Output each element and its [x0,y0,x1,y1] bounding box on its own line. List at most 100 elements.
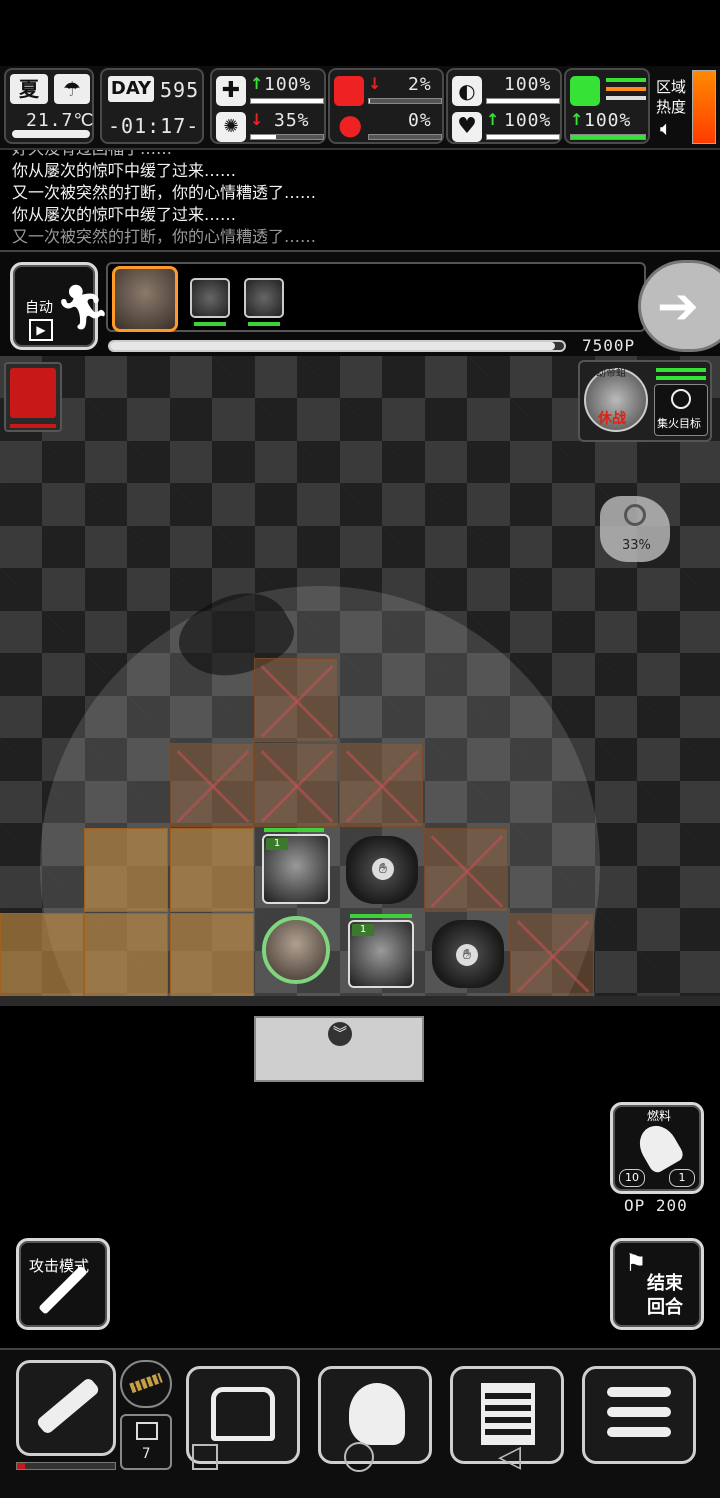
chainsaw-icon [10,368,56,418]
focus-target-label: 集火目标 [657,417,701,430]
ammo-belt-icon [129,1372,163,1394]
message-log[interactable]: 好久没有过回福了…… 你从屡次的惊吓中缓了过来…… 又一次被突然的打断，你的心情… [0,150,720,248]
blocked-tile[interactable] [170,743,254,827]
enemy-unit[interactable]: 1 [348,920,414,988]
move-tile[interactable] [84,913,168,997]
hand-icon: ✋︎ [456,944,478,966]
fuel-label: 燃料 [647,1109,672,1123]
target-hp-bar [656,368,706,372]
time-progress-bar [108,340,566,352]
turn-portrait-player[interactable] [112,266,178,332]
end-turn-button[interactable]: ⚑ 结束 回合 [610,1238,704,1330]
vitals-panel-3[interactable]: ◐ 100% ♥ ↑ 100% [446,68,562,144]
battle-map[interactable]: 1 ✋︎ 1 ✋︎ 33% [0,356,720,1006]
weather-panel[interactable]: 夏 ☂ 21.7℃ [4,68,94,144]
battery-icon [136,1422,158,1440]
blocked-tile[interactable] [339,743,423,827]
weapon-slot[interactable] [4,362,62,432]
vitals-panel-1[interactable]: ✚ ↑ 100% ✺ ↓ 35% [210,68,326,144]
weapon-durability-bar [16,1462,116,1470]
turn-bar: 自动 ▶ 🏃︎ ➔ 7500P [0,250,720,358]
list-menu-icon [607,1387,671,1397]
fuel-item-button[interactable]: 燃料 10 1 [610,1102,704,1194]
blocked-tile[interactable] [510,913,594,997]
exit-door[interactable]: ︾ [254,1016,424,1082]
flag-icon: ⚑ [625,1249,647,1277]
chest-icon [211,1387,275,1441]
fuel-op-cost: OP 200 [624,1196,688,1215]
auto-battle-button[interactable]: 自动 ▶ 🏃︎ [10,262,111,350]
nav-home-icon[interactable] [344,1442,374,1472]
day-panel: DAY 595 -01:17- [100,68,204,144]
zone-heat-label-2: 热度 [656,98,687,116]
enemy-unit[interactable]: 1 [262,834,330,904]
day-label: DAY [108,76,154,102]
search-marker[interactable]: 33% [600,496,670,562]
next-turn-button[interactable]: ➔ [638,260,720,352]
arrow-right-icon: ➔ [657,277,699,335]
attack-mode-button[interactable]: 攻击模式 [16,1238,110,1330]
character-button[interactable] [318,1366,432,1464]
health-value: 100% [264,74,312,95]
focus-target-button[interactable]: 集火目标 [654,384,708,436]
end-turn-label-2: 回合 [647,1297,683,1318]
menu-button[interactable] [582,1366,696,1464]
mind-down-arrow: ↓ [250,110,264,129]
thermometer-icon [12,130,90,138]
gunman-icon: 🏃︎ [55,282,111,333]
blocked-tile[interactable] [254,658,338,742]
move-tile[interactable] [170,913,254,997]
enemy-level-badge: 1 [352,924,374,936]
pill-icon: ◐ [452,76,482,106]
mood-value: 100% [504,110,552,131]
chevron-down-icon: ︾ [328,1022,352,1046]
enemy-name: 幼帝蛆 [596,368,626,379]
battery-slot[interactable]: 7 [120,1414,172,1470]
log-line: 你从屡次的惊吓中缓了过来…… [12,205,237,224]
fuel-qty-right: 1 [669,1169,695,1187]
weapon-button[interactable] [16,1360,116,1456]
log-line: 又一次被突然的打断，你的心情糟透了…… [12,183,317,202]
health-up-arrow: ↑ [250,74,264,93]
stamina-lines [606,78,646,82]
day-number: 595 [160,78,200,102]
stamina-panel[interactable]: ↑ 100% [564,68,650,144]
speaker-icon[interactable]: 🔈︎ [660,116,672,140]
mood-bar [486,134,560,140]
log-line-partial: 好久没有过回福了…… [12,150,172,160]
turn-points: 7500P [582,336,636,355]
time-progress-fill [110,342,555,350]
fuel-can-icon [632,1118,686,1176]
hand-icon: ✋︎ [372,858,394,880]
crosshair-icon [671,389,691,409]
brain-head-icon [349,1383,405,1445]
temperature: 21.7℃ [26,110,95,131]
move-tile[interactable] [84,828,168,912]
hunger-bar [368,98,442,104]
blocked-tile[interactable] [424,828,508,912]
ammo-slot[interactable] [120,1360,172,1408]
move-tile[interactable] [170,828,254,912]
stomach-value: 100% [504,74,552,95]
stamina-value: 100% [584,110,632,131]
target-panel: 幼帝蛆 休战 集火目标 [578,360,712,442]
move-tile[interactable] [0,913,84,997]
nav-back-icon[interactable]: ◁ [498,1440,521,1474]
turn-portrait-enemy[interactable] [190,278,230,318]
stomach-icon [334,76,364,106]
status-bar: 夏 ☂ 21.7℃ DAY 595 -01:17- ✚ ↑ 100% ✺ ↓ 3… [0,66,720,150]
stamina-bar [570,134,646,140]
vitals-panel-2[interactable]: ↓ 2% ● 0% [328,68,444,144]
blocked-tile[interactable] [254,743,338,827]
player-unit[interactable] [262,916,330,984]
mood-up-arrow: ↑ [486,110,500,129]
log-line: 你从屡次的惊吓中缓了过来…… [12,161,237,180]
turn-enemy-hp [248,322,280,326]
rubble-wall [0,996,720,1006]
turn-portrait-enemy[interactable] [244,278,284,318]
enemy-hp-bar [264,828,324,832]
rest-label: 休战 [598,411,626,427]
zone-heat-meter [692,70,716,144]
nav-square-icon[interactable] [192,1444,218,1470]
turn-enemy-hp [194,322,226,326]
